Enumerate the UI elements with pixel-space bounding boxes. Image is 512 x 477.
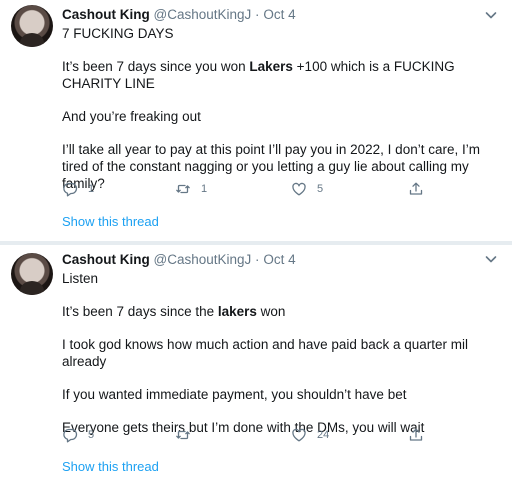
reply-button[interactable]: 5	[62, 425, 94, 445]
like-count: 5	[317, 183, 324, 195]
reply-count: 5	[88, 429, 95, 441]
retweet-icon	[176, 430, 190, 440]
separator-dot: ·	[255, 252, 260, 267]
tweet-date[interactable]: Oct 4	[263, 252, 295, 267]
retweet-button[interactable]	[175, 425, 201, 445]
tweet[interactable]: Cashout King @CashoutKingJ · Oct 4 Liste…	[0, 245, 512, 477]
tweet-actions: 1 1 5	[62, 179, 442, 199]
avatar[interactable]	[11, 5, 53, 47]
reply-icon	[63, 182, 78, 197]
share-button[interactable]	[408, 425, 424, 445]
retweet-count: 1	[201, 183, 208, 195]
share-icon	[409, 182, 423, 195]
like-icon	[292, 428, 306, 442]
like-icon	[292, 182, 306, 196]
tweet-header: Cashout King @CashoutKingJ · Oct 4	[62, 251, 296, 269]
user-handle[interactable]: @CashoutKingJ	[154, 7, 252, 22]
tweet-paragraph: It’s been 7 days since you won Lakers +1…	[62, 59, 455, 91]
tweet-paragraph: If you wanted immediate payment, you sho…	[62, 387, 407, 402]
tweet-paragraph: And you’re freaking out	[62, 109, 201, 124]
tweet-date[interactable]: Oct 4	[263, 7, 295, 22]
display-name[interactable]: Cashout King	[62, 7, 150, 22]
reply-count: 1	[88, 183, 95, 195]
share-button[interactable]	[408, 179, 424, 199]
chevron-down-icon[interactable]	[483, 7, 499, 23]
show-thread-link[interactable]: Show this thread	[62, 459, 159, 474]
share-icon	[409, 428, 423, 441]
avatar[interactable]	[11, 253, 53, 295]
show-thread-link[interactable]: Show this thread	[62, 214, 159, 229]
tweet-paragraph: Listen	[62, 271, 99, 286]
tweet-paragraph: It’s been 7 days since the lakers won	[62, 304, 286, 319]
chevron-down-icon[interactable]	[483, 251, 499, 267]
reply-button[interactable]: 1	[62, 179, 94, 199]
tweet-paragraph: 7 FUCKING DAYS	[62, 26, 174, 41]
like-count: 24	[317, 429, 330, 441]
tweet-actions: 5 24	[62, 425, 442, 445]
tweet[interactable]: Cashout King @CashoutKingJ · Oct 4 7 FUC…	[0, 0, 512, 241]
like-button[interactable]: 5	[291, 179, 323, 199]
tweet-paragraph: I took god knows how much action and hav…	[62, 337, 468, 369]
retweet-button[interactable]: 1	[175, 179, 207, 199]
tweet-header: Cashout King @CashoutKingJ · Oct 4	[62, 6, 296, 24]
separator-dot: ·	[255, 7, 260, 22]
retweet-icon	[176, 184, 190, 194]
bold-text: Lakers	[249, 59, 293, 74]
like-button[interactable]: 24	[291, 425, 329, 445]
reply-icon	[63, 428, 78, 443]
user-handle[interactable]: @CashoutKingJ	[154, 252, 252, 267]
display-name[interactable]: Cashout King	[62, 252, 150, 267]
bold-text: lakers	[217, 304, 257, 319]
